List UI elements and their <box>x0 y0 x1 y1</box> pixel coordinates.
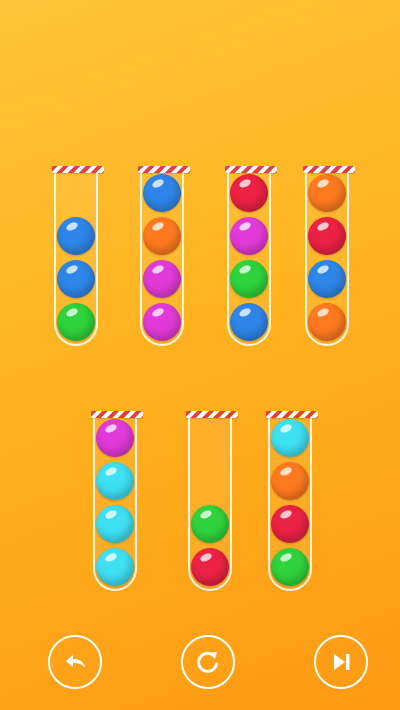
ball-magenta <box>230 217 268 255</box>
skip-level-button[interactable] <box>314 635 368 689</box>
tube-cap <box>138 166 190 173</box>
tube-4[interactable] <box>303 166 355 346</box>
tube-cap <box>91 411 143 418</box>
ball-blue <box>308 260 346 298</box>
ball-green <box>57 303 95 341</box>
ball-red <box>191 548 229 586</box>
ball-cyan <box>96 462 134 500</box>
ball-blue <box>57 217 95 255</box>
ball-green <box>230 260 268 298</box>
tube-cap <box>266 411 318 418</box>
tube-cap <box>186 411 238 418</box>
ball-blue <box>143 174 181 212</box>
tube-cap <box>52 166 104 173</box>
ball-orange <box>308 174 346 212</box>
undo-icon <box>66 655 85 668</box>
restart-button[interactable] <box>181 635 235 689</box>
tube-cap <box>303 166 355 173</box>
ball-magenta <box>96 419 134 457</box>
ball-cyan <box>96 505 134 543</box>
ball-cyan <box>271 419 309 457</box>
ball-green <box>271 548 309 586</box>
ball-red <box>271 505 309 543</box>
tube-7[interactable] <box>266 411 318 591</box>
tube-6[interactable] <box>186 411 238 591</box>
ball-magenta <box>143 303 181 341</box>
tube-3[interactable] <box>225 166 277 346</box>
ball-blue <box>57 260 95 298</box>
ball-orange <box>308 303 346 341</box>
ball-blue <box>230 303 268 341</box>
ball-red <box>230 174 268 212</box>
ball-orange <box>271 462 309 500</box>
tube-2[interactable] <box>138 166 190 346</box>
ball-cyan <box>96 548 134 586</box>
skip-forward-icon <box>334 654 350 670</box>
ball-magenta <box>143 260 181 298</box>
ball-orange <box>143 217 181 255</box>
tube-5[interactable] <box>91 411 143 591</box>
undo-button[interactable] <box>48 635 102 689</box>
game-board <box>0 0 400 710</box>
restart-icon <box>197 651 218 673</box>
tube-cap <box>225 166 277 173</box>
tube-1[interactable] <box>52 166 104 346</box>
ball-red <box>308 217 346 255</box>
ball-green <box>191 505 229 543</box>
